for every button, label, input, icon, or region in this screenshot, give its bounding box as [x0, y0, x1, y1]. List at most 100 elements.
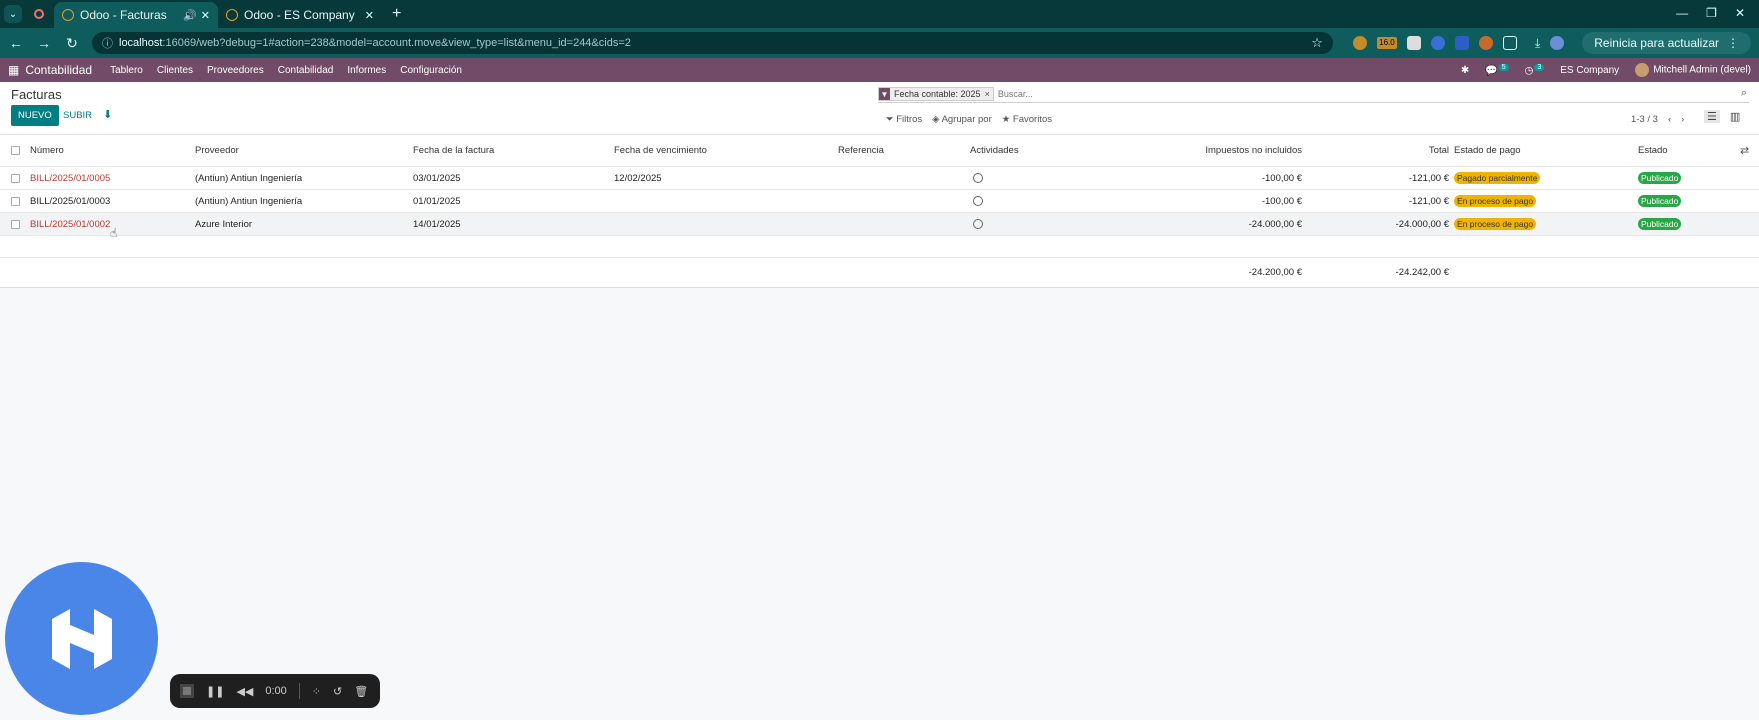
- status-badge: Publicado: [1638, 172, 1682, 184]
- restart-icon[interactable]: ↺: [333, 685, 342, 698]
- search-bar: ▼ Fecha contable: 2025 × ⌕: [878, 86, 1749, 103]
- column-due-date[interactable]: Fecha de vencimiento: [614, 135, 707, 166]
- site-info-icon[interactable]: ⓘ: [102, 35, 113, 51]
- tab-search-icon[interactable]: ⌄: [4, 5, 22, 23]
- user-menu[interactable]: Mitchell Admin (devel): [1635, 63, 1751, 77]
- browser-tabstrip: ⌄ Odoo - Facturas 🔊 ✕ Odoo - ES Company …: [0, 0, 1759, 28]
- filters-dropdown[interactable]: ⏷ Filtros: [886, 114, 922, 125]
- new-button[interactable]: NUEVO: [11, 105, 59, 126]
- facet-remove-icon[interactable]: ×: [985, 88, 993, 100]
- recording-time: 0:00: [265, 685, 287, 697]
- close-window-icon[interactable]: ✕: [1735, 6, 1745, 20]
- grid-icon[interactable]: ⁘: [312, 685, 321, 698]
- download-icon[interactable]: ⤓: [1535, 36, 1540, 51]
- extension-icon[interactable]: [1406, 36, 1421, 50]
- rewind-icon[interactable]: ◀◀: [236, 685, 253, 698]
- export-download-icon[interactable]: ⬇: [103, 108, 112, 121]
- menu-contabilidad[interactable]: Contabilidad: [278, 65, 334, 76]
- restore-icon[interactable]: ❐: [1706, 6, 1717, 20]
- cell-invoice-date: 03/01/2025: [413, 172, 461, 184]
- column-total[interactable]: Total: [1310, 135, 1449, 166]
- extension-icon[interactable]: [1478, 36, 1493, 50]
- extension-icon[interactable]: [1430, 36, 1445, 50]
- column-untaxed[interactable]: Impuestos no incluidos: [1100, 135, 1302, 166]
- close-icon[interactable]: ✕: [201, 9, 210, 22]
- menu-tablero[interactable]: Tablero: [110, 65, 143, 76]
- messages-button[interactable]: 💬 5: [1485, 63, 1509, 76]
- row-checkbox[interactable]: [11, 167, 20, 189]
- facet-label: Fecha contable: 2025: [894, 89, 981, 99]
- pause-icon[interactable]: ❚❚: [206, 685, 224, 698]
- column-reference[interactable]: Referencia: [838, 135, 884, 166]
- profile-icon[interactable]: [1550, 36, 1565, 50]
- pager-prev-icon[interactable]: ‹: [1668, 114, 1671, 125]
- odoo-favicon-icon: [226, 9, 238, 21]
- cell-number[interactable]: BILL/2025/01/0002: [30, 213, 110, 235]
- search-input[interactable]: [997, 89, 1749, 99]
- table-row[interactable]: BILL/2025/01/0005 (Antiun) Antiun Ingeni…: [0, 167, 1759, 190]
- activity-clock-icon[interactable]: [973, 190, 983, 212]
- groupby-dropdown[interactable]: ◈ Agrupar por: [932, 114, 992, 125]
- trash-icon[interactable]: 🗑: [354, 685, 368, 698]
- column-state[interactable]: Estado: [1638, 135, 1668, 166]
- select-all-checkbox[interactable]: [11, 135, 20, 166]
- table-row[interactable]: BILL/2025/01/0002 Azure Interior 14/01/2…: [0, 213, 1759, 236]
- table-row[interactable]: BILL/2025/01/0003 (Antiun) Antiun Ingeni…: [0, 190, 1759, 213]
- speaker-icon[interactable]: 🔊: [183, 9, 197, 22]
- optional-columns-icon[interactable]: ⇄: [1740, 135, 1749, 166]
- state-badge: Publicado: [1638, 167, 1682, 189]
- cell-number[interactable]: BILL/2025/01/0003: [30, 190, 110, 212]
- divider: [298, 683, 300, 699]
- reload-icon[interactable]: ↻: [64, 35, 80, 52]
- extension-icon[interactable]: [1352, 36, 1367, 50]
- app-name[interactable]: Contabilidad: [25, 63, 92, 77]
- row-checkbox[interactable]: [11, 213, 20, 235]
- new-tab-icon[interactable]: +: [392, 5, 401, 23]
- favorites-label: Favoritos: [1012, 114, 1052, 125]
- apps-grid-icon[interactable]: ▦: [8, 63, 19, 77]
- address-bar[interactable]: ⓘ localhost :16069/web?debug=1#action=23…: [92, 32, 1333, 54]
- cell-total: -121,00 €: [1408, 195, 1449, 207]
- search-icon[interactable]: ⌕: [1741, 87, 1747, 100]
- cell-due-date: 12/02/2025: [614, 172, 662, 184]
- row-checkbox[interactable]: [11, 190, 20, 212]
- menu-informes[interactable]: Informes: [347, 65, 386, 76]
- restart-to-update-button[interactable]: Reinicia para actualizar ⋮: [1582, 32, 1751, 54]
- favorites-dropdown[interactable]: ★ Favoritos: [1002, 114, 1052, 125]
- odoo-version-badge[interactable]: 16.0: [1376, 37, 1397, 49]
- column-activities[interactable]: Actividades: [970, 135, 1019, 166]
- back-icon[interactable]: ←: [8, 35, 24, 51]
- minimize-icon[interactable]: —: [1676, 6, 1688, 20]
- column-invoice-date[interactable]: Fecha de la factura: [413, 135, 494, 166]
- column-vendor[interactable]: Proveedor: [195, 135, 239, 166]
- shield-icon[interactable]: [1454, 36, 1469, 50]
- odoo-favicon-icon: [62, 9, 74, 21]
- activity-clock-icon[interactable]: [973, 213, 983, 235]
- pager-value[interactable]: 1-3 / 3: [1631, 114, 1658, 125]
- menu-clientes[interactable]: Clientes: [157, 65, 193, 76]
- browser-tab-facturas[interactable]: Odoo - Facturas 🔊 ✕: [54, 2, 218, 28]
- column-payment-state[interactable]: Estado de pago: [1454, 135, 1521, 166]
- control-panel: Facturas NUEVO SUBIR ⬇ ▼ Fecha contable:…: [0, 82, 1759, 135]
- activities-button[interactable]: ◷ 3: [1525, 63, 1545, 76]
- puzzle-icon[interactable]: [1502, 36, 1517, 50]
- menu-kebab-icon[interactable]: ⋮: [1727, 36, 1739, 50]
- bookmark-star-icon[interactable]: ☆: [1311, 35, 1323, 51]
- pager-next-icon[interactable]: ›: [1681, 114, 1684, 125]
- tab-title: Odoo - ES Company: [244, 8, 355, 22]
- cell-number[interactable]: BILL/2025/01/0005: [30, 167, 110, 189]
- kanban-view-icon[interactable]: ▥: [1730, 110, 1740, 123]
- stop-icon[interactable]: [180, 684, 194, 698]
- menu-proveedores[interactable]: Proveedores: [207, 65, 264, 76]
- forward-icon[interactable]: →: [36, 35, 52, 51]
- menu-configuracion[interactable]: Configuración: [400, 65, 462, 76]
- list-view-icon[interactable]: ☰: [1704, 110, 1720, 123]
- company-switcher[interactable]: ES Company: [1560, 65, 1619, 76]
- close-icon[interactable]: ✕: [365, 9, 374, 22]
- debug-bug-icon[interactable]: ✱: [1461, 65, 1469, 76]
- cell-total: -24.000,00 €: [1395, 218, 1449, 230]
- activity-clock-icon[interactable]: [973, 167, 983, 189]
- upload-button[interactable]: SUBIR: [63, 110, 92, 121]
- column-number[interactable]: Número: [30, 135, 64, 166]
- browser-tab-es-company[interactable]: Odoo - ES Company ✕: [218, 2, 382, 28]
